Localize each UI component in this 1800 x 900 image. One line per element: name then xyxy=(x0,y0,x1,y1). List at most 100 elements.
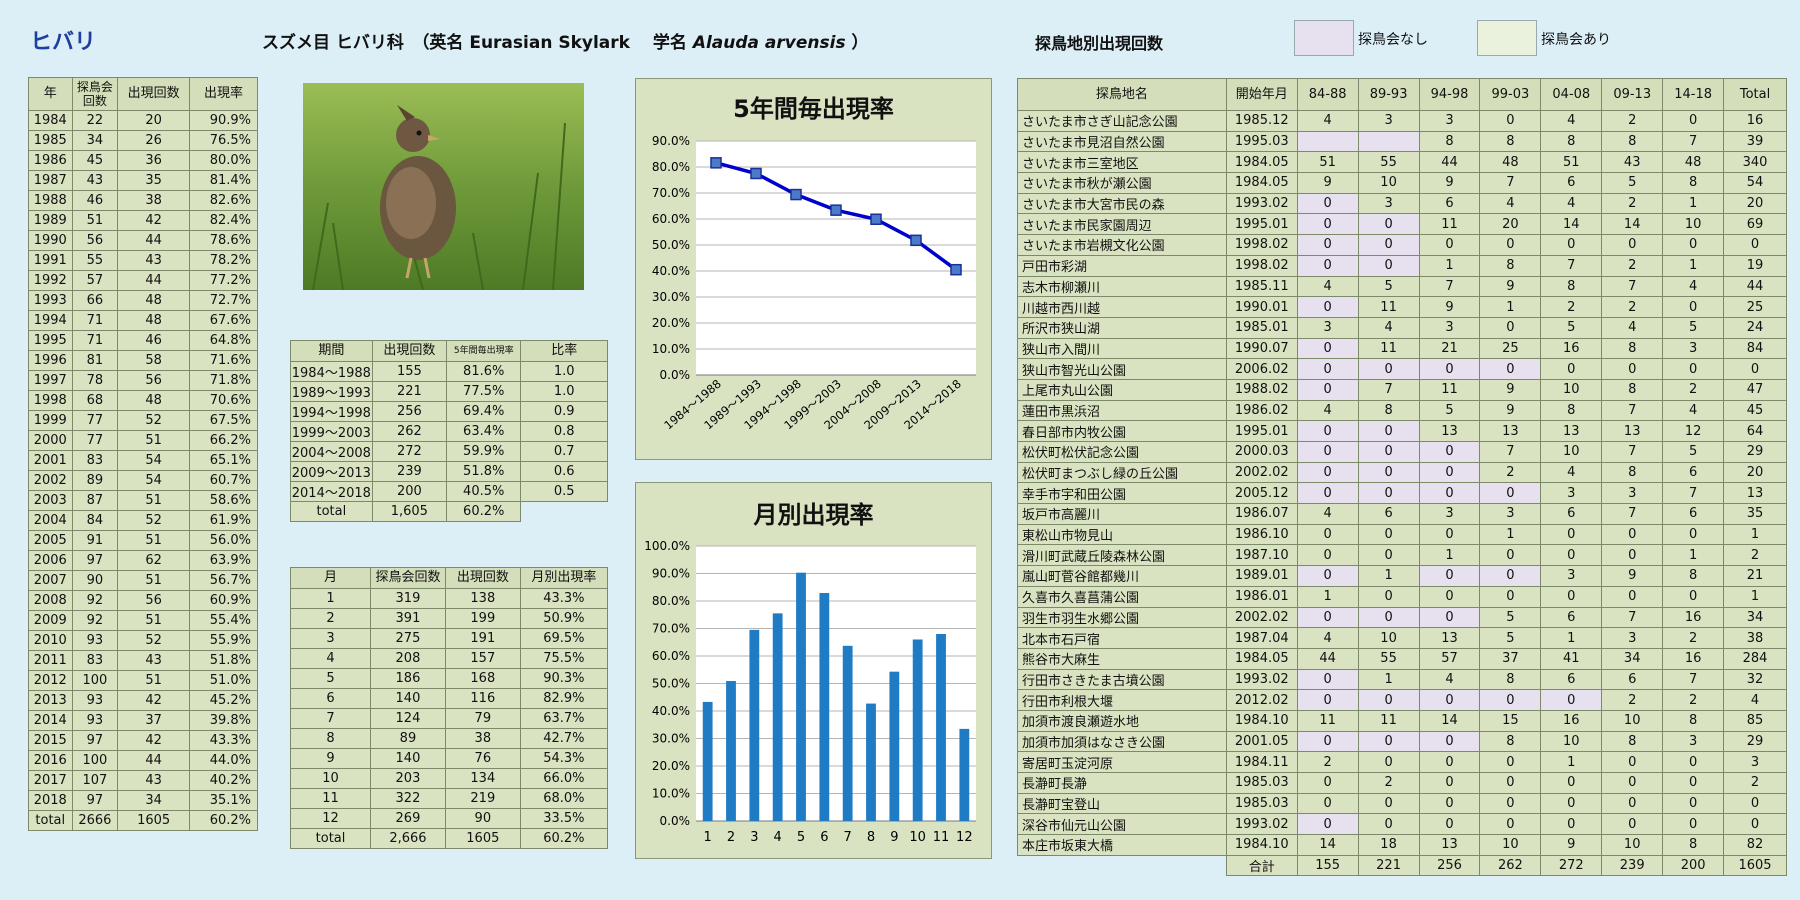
table-cell: 48 xyxy=(117,390,191,411)
table-cell: 50.9% xyxy=(519,608,609,629)
table-cell: 44 xyxy=(117,270,191,291)
table-row: 幸手市宇和田公園 2005.12 0 0 0 0 3 3 7 13 xyxy=(1017,482,1787,505)
y-tick-label: 50.0% xyxy=(652,677,690,691)
table-cell: 1 xyxy=(1540,751,1603,773)
table-cell: 0 xyxy=(1357,730,1420,753)
table-cell: 0 xyxy=(1296,213,1359,236)
table-cell: 42 xyxy=(117,690,191,711)
x-tick-label: 6 xyxy=(820,830,828,845)
table-cell: 10 xyxy=(1357,172,1420,194)
table-cell: 2014 xyxy=(28,710,73,731)
site-start: 1993.02 xyxy=(1225,192,1298,215)
table-cell: 8 xyxy=(1601,461,1664,484)
bar xyxy=(819,593,830,821)
y-tick-label: 40.0% xyxy=(652,264,690,278)
table-cell: 2007 xyxy=(28,570,73,591)
table-cell: 16 xyxy=(1723,110,1787,132)
table-cell: 7 xyxy=(1601,503,1664,525)
table-cell: 5 xyxy=(1601,172,1664,194)
table-cell: 4 xyxy=(1662,399,1725,422)
table-row: 所沢市狭山湖 1985.01 3 4 3 0 5 4 5 24 xyxy=(1017,316,1787,339)
table-cell: total xyxy=(290,501,373,522)
table-cell: 13 xyxy=(1418,627,1481,649)
site-start: 1987.04 xyxy=(1225,627,1298,649)
x-tick-label: 4 xyxy=(774,830,782,845)
table-cell: 97 xyxy=(71,730,119,751)
table-cell: 0 xyxy=(1662,813,1725,836)
table-cell: 43 xyxy=(117,250,191,271)
table-cell: 63.7% xyxy=(519,708,609,729)
table-row: 寄居町玉淀河原 1984.11 2 0 0 0 1 0 0 3 xyxy=(1017,751,1787,773)
table-cell: 8 xyxy=(1479,730,1542,753)
table-row: 東松山市物見山 1986.10 0 0 0 1 0 0 0 1 xyxy=(1017,523,1787,546)
table-cell: 0 xyxy=(1296,544,1359,567)
table-row: 羽生市羽生水郷公園 2002.02 0 0 0 5 6 7 16 34 xyxy=(1017,606,1787,629)
table-cell: 26 xyxy=(117,130,191,151)
table-cell: 20 xyxy=(1723,461,1787,484)
site-name: 深谷市仙元山公園 xyxy=(1017,813,1227,836)
col-header: 09-13 xyxy=(1601,78,1664,111)
table-cell: 2001 xyxy=(28,450,73,471)
table-cell: 1 xyxy=(1723,523,1787,546)
table-cell: 2 xyxy=(1601,192,1664,215)
table-row: 2017 107 43 40.2% xyxy=(28,770,258,791)
table-cell: 0 xyxy=(1418,234,1481,256)
table-cell: 0 xyxy=(1357,544,1420,567)
site-name: 松伏町まつぶし緑の丘公園 xyxy=(1017,461,1227,484)
table-row: 2000 77 51 66.2% xyxy=(28,430,258,451)
table-cell: 81 xyxy=(71,350,119,371)
table-cell: 0 xyxy=(1357,585,1420,608)
site-start: 2005.12 xyxy=(1225,482,1298,505)
table-cell: 5 xyxy=(1357,275,1420,298)
col-header: 5年間毎出現率 xyxy=(446,340,522,362)
table-cell: 0 xyxy=(1418,482,1481,505)
table-cell: 7 xyxy=(1601,275,1664,298)
table-row: 1994～1998 256 69.4% 0.9 xyxy=(290,401,608,422)
x-tick-label: 8 xyxy=(867,830,875,845)
table-cell: 44.0% xyxy=(189,750,258,771)
species-info-suffix: ） xyxy=(845,33,869,53)
table-cell: 100 xyxy=(71,750,119,771)
col-header: 探鳥会回数 xyxy=(71,77,119,111)
table-cell: 0 xyxy=(1540,772,1603,794)
table-cell: 78.6% xyxy=(189,230,258,251)
site-name: さいたま市さぎ山記念公園 xyxy=(1017,110,1227,132)
table-cell: 52 xyxy=(117,630,191,651)
table-cell: 12 xyxy=(289,808,372,829)
table-cell: 124 xyxy=(370,708,446,729)
table-cell: 0 xyxy=(1296,668,1359,691)
table-cell: 39.8% xyxy=(189,710,258,731)
site-start: 1998.02 xyxy=(1225,254,1298,277)
table-row: 2010 93 52 55.9% xyxy=(28,630,258,651)
table-cell: 0 xyxy=(1662,792,1725,815)
table-row: 深谷市仙元山公園 1993.02 0 0 0 0 0 0 0 0 xyxy=(1017,813,1787,836)
table-cell: 1988 xyxy=(28,190,73,211)
table-row: 嵐山町菅谷館都幾川 1989.01 0 1 0 0 3 9 8 21 xyxy=(1017,565,1787,587)
site-start: 1995.01 xyxy=(1225,213,1298,236)
table-cell: 0 xyxy=(1357,461,1420,484)
table-cell: 42 xyxy=(117,210,191,231)
site-start: 1985.12 xyxy=(1225,110,1298,132)
table-cell: 134 xyxy=(444,768,521,789)
table-cell: 14 xyxy=(1540,213,1603,236)
table-row: 1996 81 58 71.6% xyxy=(28,350,258,371)
table-cell: 13 xyxy=(1601,420,1664,442)
table-cell: 0 xyxy=(1418,461,1481,484)
table-cell: 69 xyxy=(1723,213,1787,236)
table-cell: 75.5% xyxy=(519,648,609,669)
table-cell: 71.8% xyxy=(189,370,258,391)
site-start: 2002.02 xyxy=(1225,606,1298,629)
table-cell: 43 xyxy=(117,650,191,671)
table-cell: 82.6% xyxy=(189,190,258,211)
table-cell: 90.9% xyxy=(189,110,258,131)
site-name: 松伏町松伏記念公園 xyxy=(1017,441,1227,463)
table-cell: 16 xyxy=(1662,647,1725,670)
sites-table: 探鳥地名 開始年月 84-88 89-93 94-98 99-03 04-08 09-13 14… xyxy=(1017,78,1787,876)
table-cell: 3 xyxy=(1723,751,1787,773)
site-start: 1984.10 xyxy=(1225,709,1298,732)
site-start: 2000.03 xyxy=(1225,441,1298,463)
table-cell: 0 xyxy=(1479,585,1542,608)
y-tick-label: 80.0% xyxy=(652,594,690,608)
table-row: 2002 89 54 60.7% xyxy=(28,470,258,491)
table-row: 1984 22 20 90.9% xyxy=(28,110,258,131)
